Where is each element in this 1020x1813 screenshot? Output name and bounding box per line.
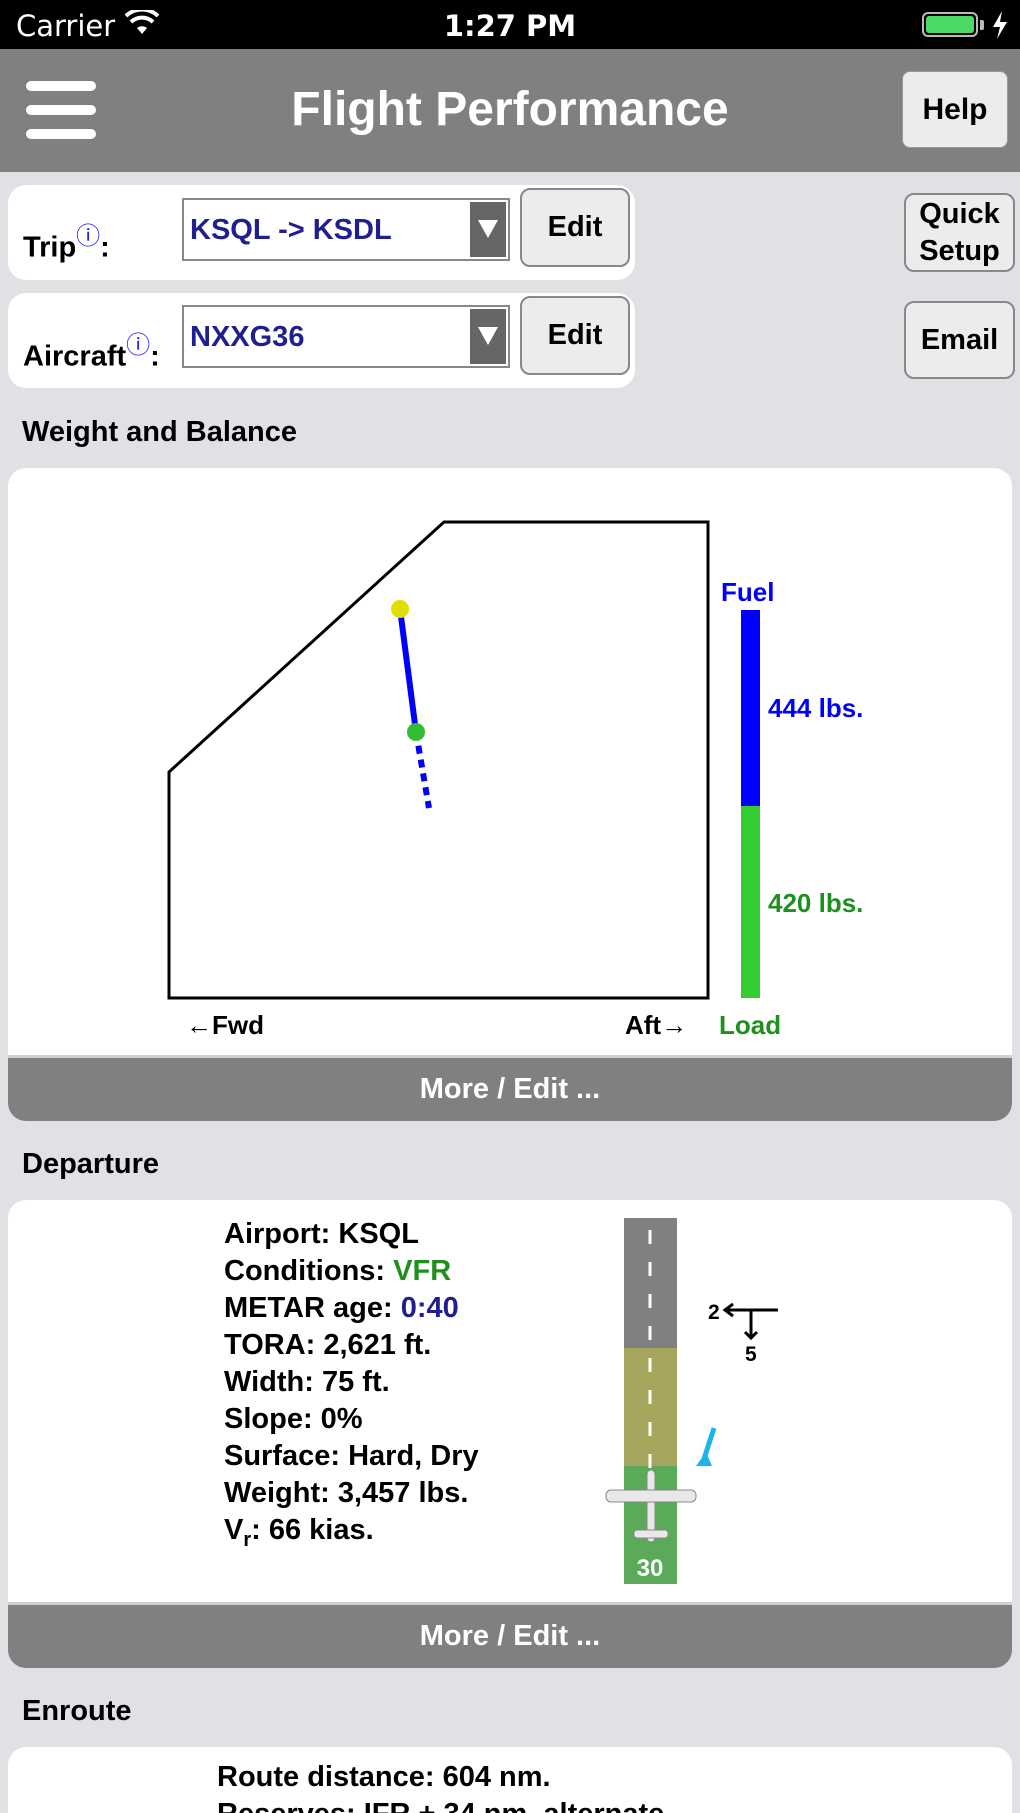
fuel-bar [741,610,760,806]
conditions-row: Conditions: VFR [224,1253,479,1290]
conditions-value: VFR [393,1255,452,1287]
tora-row: TORA: 2,621 ft. [224,1329,432,1361]
metar-label: METAR age: [224,1292,401,1324]
page-title: Flight Performance [291,83,729,136]
projected-burn-line [413,731,432,809]
route-distance: Route distance: 604 nm. [217,1761,551,1793]
landing-cg-point [407,723,425,741]
departure-card: Airport: KSQL Conditions: VFR METAR age:… [8,1200,1012,1668]
vr-row: Vr: 66 kias. [224,1512,479,1559]
fuel-label: Fuel [721,577,774,607]
load-bar [741,806,760,998]
wind-component-icon [722,1302,778,1341]
width-row: Width: 75 ft. [224,1366,390,1398]
vr-subscript: r [243,1528,252,1551]
fwd-label: ←Fwd [186,1010,264,1040]
departure-details: Airport: KSQL Conditions: VFR METAR age:… [224,1216,479,1559]
departure-heading: Departure [22,1148,159,1180]
aircraft-label: Aircraftⓘ: [23,327,160,374]
airport-label: Airport: [224,1218,339,1250]
trip-select-value: KSQL -> KSDL [190,214,392,246]
weight-balance-chart[interactable]: Fuel 444 lbs. 420 lbs. Load ←Fwd Aft→ [8,468,1012,1058]
trip-select[interactable]: KSQL -> KSDL [182,198,510,261]
enroute-heading: Enroute [22,1695,132,1727]
trip-info-icon[interactable]: ⓘ [76,223,100,250]
weight-balance-heading: Weight and Balance [22,416,298,448]
headwind-value: 5 [745,1343,757,1366]
battery-icon [922,12,978,37]
help-button[interactable]: Help [902,71,1008,148]
aft-label: Aft→ [625,1010,687,1040]
quick-setup-button[interactable]: Quick Setup [904,193,1015,272]
airport-row: Airport: KSQL [224,1216,479,1253]
trip-label-colon: : [100,231,110,264]
quick-setup-line1: Quick [919,197,1000,230]
trip-edit-button[interactable]: Edit [520,188,630,267]
weight-balance-card: Fuel 444 lbs. 420 lbs. Load ←Fwd Aft→ Mo… [8,468,1012,1121]
enroute-card: Route distance: 604 nm. Reserves: IFR + … [8,1747,1012,1813]
charging-bolt-icon [993,11,1007,39]
airport-value: KSQL [338,1218,419,1250]
trip-label: Tripⓘ: [23,218,110,265]
aircraft-card: Aircraftⓘ: NXXG36 Edit [8,293,635,388]
fuel-burn-line [397,608,419,733]
conditions-label: Conditions: [224,1255,394,1287]
load-label: Load [719,1010,781,1040]
weight-balance-more-button[interactable]: More / Edit ... [8,1055,1012,1121]
crosswind-value: 2 [708,1301,720,1324]
dropdown-arrow-icon [470,309,506,364]
clock: 1:27 PM [443,9,577,43]
aircraft-label-text: Aircraft [23,340,127,373]
weight-row: Weight: 3,457 lbs. [224,1477,469,1509]
reserves: Reserves: IFR + 34 nm. alternate [217,1796,664,1813]
vr-value: : 66 kias. [251,1514,374,1546]
metar-age-value: 0:40 [400,1292,459,1324]
slope-row: Slope: 0% [224,1403,363,1435]
departure-more-button[interactable]: More / Edit ... [8,1602,1012,1668]
battery-nub [980,20,984,30]
aircraft-label-colon: : [150,340,160,373]
load-value: 420 lbs. [768,888,863,918]
vr-symbol: V [224,1514,244,1546]
trip-label-text: Trip [23,231,77,264]
aircraft-info-icon[interactable]: ⓘ [126,332,150,359]
aircraft-select[interactable]: NXXG36 [182,305,510,368]
airplane-icon [605,1469,697,1543]
fuel-value: 444 lbs. [768,693,863,723]
surface-row: Surface: Hard, Dry [224,1440,479,1472]
navigation-bar: Flight Performance Help [0,49,1020,172]
runway-diagram[interactable]: 30 2 5 [588,1200,988,1600]
metar-row: METAR age: 0:40 [224,1290,479,1327]
email-button[interactable]: Email [904,301,1015,379]
takeoff-cg-point [391,600,409,618]
status-bar: Carrier 1:27 PM [0,0,1020,49]
cg-envelope [167,520,710,1000]
enroute-details: Route distance: 604 nm. Reserves: IFR + … [217,1759,664,1813]
aircraft-select-value: NXXG36 [190,321,305,353]
trip-card: Tripⓘ: KSQL -> KSDL Edit [8,185,635,280]
dropdown-arrow-icon [470,202,506,257]
runway-number: 30 [637,1555,664,1582]
quick-setup-line2: Setup [919,234,1000,267]
aircraft-edit-button[interactable]: Edit [520,296,630,375]
